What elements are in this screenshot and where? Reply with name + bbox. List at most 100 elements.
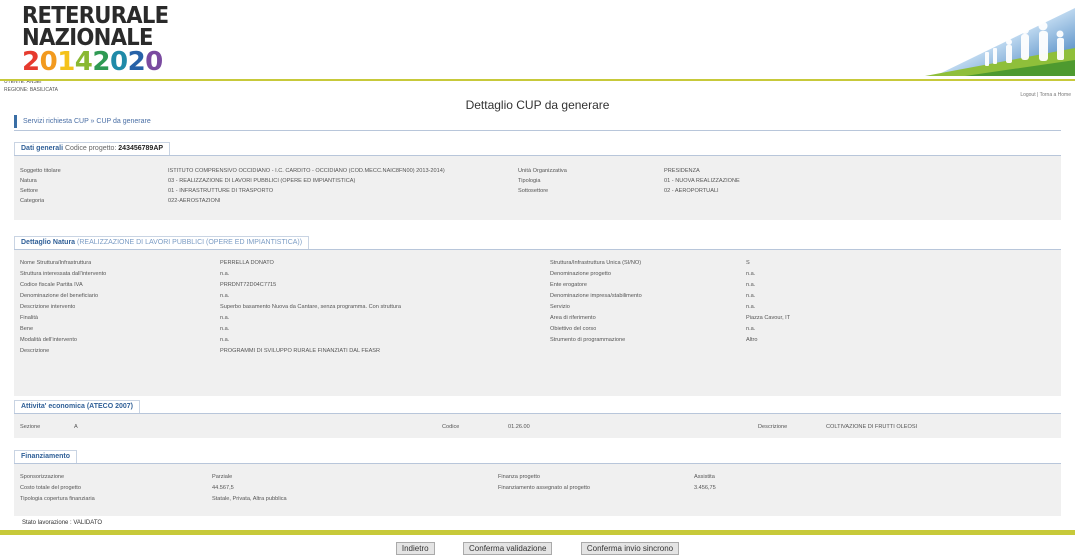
field-label: Sottosettore [518,188,549,194]
field-value: 01 - INFRASTRUTTURE DI TRASPORTO [168,188,274,194]
year-digit: 2 [127,46,146,77]
field-label: Area di riferimento [550,315,596,321]
year-digit: 1 [57,46,75,77]
field-label: Nome Struttura/Infrastruttura [20,260,92,266]
field-label: Descrizione [758,424,788,430]
table-row: Finalità n.a. Area di riferimento Piazza… [14,313,1061,323]
page-title: Dettaglio CUP da generare [465,98,610,112]
field-value: Superbo basamento Nuova da Cantare, senz… [220,304,401,310]
field-label: Codice [442,424,460,430]
table-row: Nome Struttura/Infrastruttura PERRELLA D… [14,258,1061,268]
table-row: Settore 01 - INFRASTRUTTURE DI TRASPORTO… [14,186,1061,196]
field-label: Sezione [20,424,41,430]
section-body: Sezione A Codice 01.26.00 Descrizione CO… [14,413,1061,438]
field-value: n.a. [220,293,230,299]
table-row: Modalità dell'intervento n.a. Strumento … [14,335,1061,345]
field-label: Ente erogatore [550,282,588,288]
section-header: Dettaglio Natura (REALIZZAZIONE DI LAVOR… [14,236,310,249]
processing-status: Stato lavorazione : VALIDATO [22,520,103,526]
field-value: 01 - NUOVA REALIZZAZIONE [664,178,740,184]
user-region: REGIONE: BASILICATA [4,87,58,93]
section-subtitle: (REALIZZAZIONE DI LAVORI PUBBLICI (OPERE… [75,239,303,246]
field-label: Denominazione del beneficiario [20,293,99,299]
field-label: Strumento di programmazione [550,337,626,343]
section-body: Nome Struttura/Infrastruttura PERRELLA D… [14,249,1061,396]
field-value: 03 - REALIZZAZIONE DI LAVORI PUBBLICI (O… [168,178,356,184]
project-code-label: Codice progetto: [64,145,119,152]
nature-detail-section: Dettaglio Natura (REALIZZAZIONE DI LAVOR… [14,236,1061,396]
economic-activity-section: Attivita' economica (ATECO 2007) Sezione… [14,400,1061,438]
field-value: 44.567,5 [212,485,234,491]
year-digit: 0 [39,46,58,77]
table-row: Denominazione del beneficiario n.a. Deno… [14,291,1061,301]
year-digit: 0 [109,46,128,77]
field-label: Modalità dell'intervento [20,337,78,343]
field-label: Categoria [20,198,45,204]
field-label: Finanza progetto [498,474,540,480]
header-divider [0,79,1075,81]
field-label: Costo totale del progetto [20,485,81,491]
field-value: PERRELLA DONATO [220,260,274,266]
rete-rurale-logo: RETERURALE NAZIONALE 20142020 [22,5,181,77]
financing-section: Finanziamento Sponsorizzazione Parziale … [14,450,1061,516]
field-label: Tipologia copertura finanziaria [20,496,95,502]
field-value: PROGRAMMI DI SVILUPPO RURALE FINANZIATI … [220,348,381,354]
breadcrumb-divider [14,130,1061,131]
field-value: Assistita [694,474,715,480]
field-value: n.a. [746,293,756,299]
header-banner-image [905,8,1075,76]
field-label: Natura [20,178,37,184]
field-label: Descrizione intervento [20,304,76,310]
confirm-validation-button[interactable]: Conferma validazione [463,542,553,555]
section-header: Attivita' economica (ATECO 2007) [14,400,141,413]
section-title: Dettaglio Natura [21,239,76,246]
field-value: n.a. [746,326,756,332]
field-value: n.a. [220,315,230,321]
back-button[interactable]: Indietro [395,542,435,555]
field-value: A [74,424,78,430]
field-value: n.a. [220,337,230,343]
field-value: Piazza Cavour, IT [746,315,791,321]
project-code: 243456789AP [118,145,164,152]
logo-year: 20142020 [22,46,181,77]
breadcrumb[interactable]: Servizi richiesta CUP » CUP da generare [14,115,151,128]
field-label: Tipologia [518,178,541,184]
table-row: Descrizione PROGRAMMI DI SVILUPPO RURALE… [14,346,1061,356]
table-row: Codice fiscale Partita IVA PRRDNT72D04C7… [14,280,1061,290]
field-label: Finanziamento assegnato al progetto [498,485,591,491]
field-value: ISTITUTO COMPRENSIVO OCCIDIANO - I.C. CA… [168,168,445,174]
field-value: Altro [746,337,758,343]
table-row: Tipologia copertura finanziaria Statale,… [14,494,1061,504]
section-title: Dati generali [21,145,64,152]
field-label: Sponsorizzazione [20,474,65,480]
table-row: Sponsorizzazione Parziale Finanza proget… [14,472,1061,482]
table-row: Sezione A Codice 01.26.00 Descrizione CO… [14,422,1061,432]
field-label: Denominazione impresa/stabilimento [550,293,642,299]
field-label: Descrizione [20,348,50,354]
year-digit: 0 [145,46,163,77]
field-label: Servizio [550,304,570,310]
field-label: Finalità [20,315,39,321]
field-value: 02 - AEROPORTUALI [664,188,719,194]
field-label: Bene [20,326,34,332]
field-value: Statale, Privata, Altra pubblica [212,496,287,502]
field-label: Unità Organizzativa [518,168,567,174]
field-value: COLTIVAZIONE DI FRUTTI OLEOSI [826,424,918,430]
field-value: n.a. [746,271,756,277]
field-value: 022-AEROSTAZIONI [168,198,221,204]
footer-bar [0,530,1075,535]
table-row: Natura 03 - REALIZZAZIONE DI LAVORI PUBB… [14,176,1061,186]
field-value: S [746,260,750,266]
action-bar: Indietro Conferma validazione Conferma i… [0,538,1075,556]
field-value: n.a. [220,271,230,277]
section-body: Soggetto titolare ISTITUTO COMPRENSIVO O… [14,155,1061,220]
field-label: Soggetto titolare [20,168,61,174]
field-value: 01.26.00 [508,424,530,430]
field-value: PRRDNT72D04C7715 [220,282,277,288]
field-label: Denominazione progetto [550,271,611,277]
year-digit: 2 [92,46,110,77]
section-body: Sponsorizzazione Parziale Finanza proget… [14,463,1061,516]
table-row: Bene n.a. Obiettivo del corso n.a. [14,324,1061,334]
table-row: Categoria 022-AEROSTAZIONI [14,196,1061,206]
confirm-sync-send-button[interactable]: Conferma invio sincrono [580,542,680,555]
